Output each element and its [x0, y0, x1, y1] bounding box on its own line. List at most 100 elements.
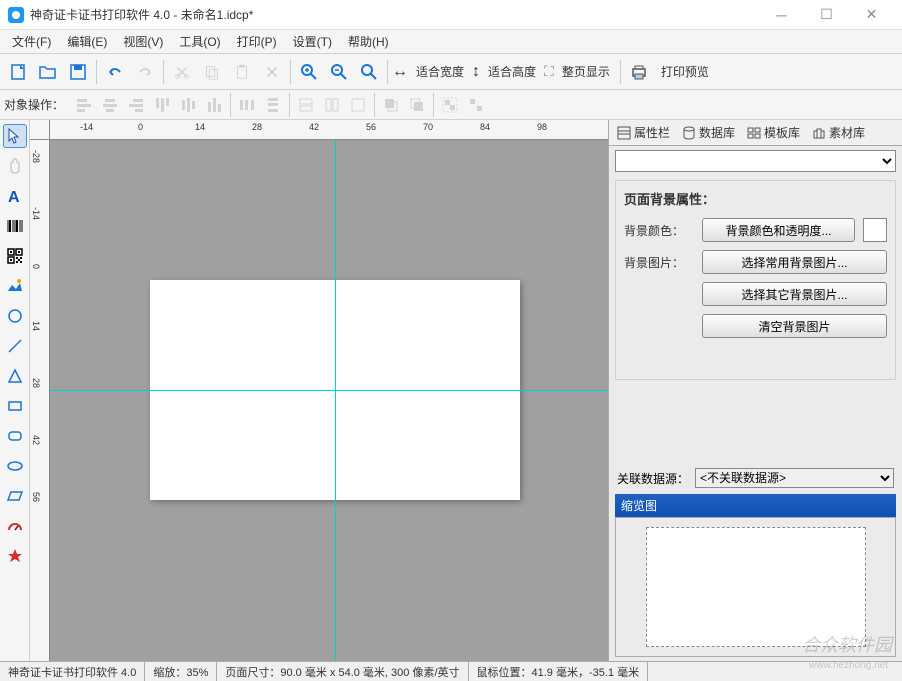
vertical-ruler[interactable]: -28 -14 0 14 28 42 56 [30, 140, 50, 661]
bg-image-common-button[interactable]: 选择常用背景图片... [702, 250, 887, 274]
delete-button[interactable] [258, 58, 286, 86]
send-back-button [405, 93, 429, 117]
qrcode-tool[interactable] [3, 244, 27, 268]
fit-width-icon: ↔ [392, 63, 408, 81]
thumbnail-header: 缩览图 [615, 494, 896, 517]
toolbar-separator [374, 93, 375, 117]
toolbar-separator [289, 93, 290, 117]
fit-height-icon: ↕ [472, 63, 480, 81]
circle-outline-tool[interactable] [3, 304, 27, 328]
print-preview-icon [625, 58, 653, 86]
full-page-button[interactable]: 整页显示 [562, 63, 610, 80]
same-width-button [294, 93, 318, 117]
object-toolbar-label: 对象操作： [4, 96, 64, 113]
main-toolbar: ↔ 适合宽度 ↕ 适合高度 ⛶ 整页显示 打印预览 [0, 54, 902, 90]
minimize-button[interactable]: ─ [759, 0, 804, 30]
paste-button[interactable] [228, 58, 256, 86]
horizontal-ruler[interactable]: -14 0 14 28 42 56 70 84 98 [50, 120, 608, 140]
canvas-viewport[interactable] [50, 140, 608, 661]
group-button [438, 93, 462, 117]
menu-help[interactable]: 帮助(H) [340, 31, 397, 52]
rectangle-tool[interactable] [3, 394, 27, 418]
fit-height-button[interactable]: 适合高度 [488, 63, 536, 80]
status-app: 神奇证卡证书打印软件 4.0 [0, 662, 145, 681]
thumbnail-panel [615, 517, 896, 657]
redo-button[interactable] [131, 58, 159, 86]
window-title: 神奇证卡证书打印软件 4.0 - 未命名1.idcp* [30, 6, 759, 23]
panel-tabs: 属性栏 数据库 模板库 素材库 [609, 120, 902, 146]
star-tool[interactable] [3, 544, 27, 568]
save-button[interactable] [64, 58, 92, 86]
datasource-label: 关联数据源： [617, 470, 689, 487]
parallelogram-tool[interactable] [3, 484, 27, 508]
menu-view[interactable]: 视图(V) [115, 31, 171, 52]
bg-image-clear-button[interactable]: 清空背景图片 [702, 314, 887, 338]
toolbar-separator [290, 60, 291, 84]
zoom-in-button[interactable] [295, 58, 323, 86]
menu-file[interactable]: 文件(F) [4, 31, 59, 52]
status-mouse-pos: 鼠标位置：41.9 毫米，-35.1 毫米 [469, 662, 649, 681]
background-section: 页面背景属性： 背景颜色： 背景颜色和透明度... 背景图片： 选择常用背景图片… [615, 180, 896, 380]
rounded-rect-tool[interactable] [3, 424, 27, 448]
select-tool[interactable] [3, 124, 27, 148]
toolbar-separator [96, 60, 97, 84]
tab-properties[interactable]: 属性栏 [611, 121, 676, 144]
gauge-tool[interactable] [3, 514, 27, 538]
right-panel: 属性栏 数据库 模板库 素材库 页面背景属性： 背景颜色： 背景颜色和透明度. [608, 120, 902, 661]
datasource-select[interactable]: <不关联数据源> [695, 468, 894, 488]
window-controls: ─ ☐ ✕ [759, 0, 894, 30]
object-selector[interactable] [615, 150, 896, 172]
status-page-size: 页面尺寸：90.0 毫米 x 54.0 毫米, 300 像素/英寸 [217, 662, 468, 681]
tab-database[interactable]: 数据库 [676, 121, 741, 144]
bg-color-button[interactable]: 背景颜色和透明度... [702, 218, 855, 242]
maximize-button[interactable]: ☐ [804, 0, 849, 30]
properties-icon [617, 126, 631, 140]
text-tool[interactable]: A [3, 184, 27, 208]
tab-materials[interactable]: 素材库 [806, 121, 871, 144]
pan-tool[interactable] [3, 154, 27, 178]
print-preview-button[interactable]: 打印预览 [661, 63, 709, 80]
bg-color-label: 背景颜色： [624, 222, 694, 239]
align-top-button [150, 93, 174, 117]
menu-print[interactable]: 打印(P) [229, 31, 285, 52]
horizontal-guide[interactable] [50, 390, 608, 391]
open-button[interactable] [34, 58, 62, 86]
menu-tools[interactable]: 工具(O) [171, 31, 228, 52]
zoom-out-button[interactable] [325, 58, 353, 86]
database-icon [682, 126, 696, 140]
same-size-button [346, 93, 370, 117]
copy-button[interactable] [198, 58, 226, 86]
left-toolbox: A [0, 120, 30, 661]
panel-body: 页面背景属性： 背景颜色： 背景颜色和透明度... 背景图片： 选择常用背景图片… [609, 146, 902, 661]
menu-settings[interactable]: 设置(T) [285, 31, 340, 52]
vertical-guide[interactable] [335, 140, 336, 661]
align-left-button [72, 93, 96, 117]
canvas-area: -14 0 14 28 42 56 70 84 98 -28 -14 0 14 … [30, 120, 608, 661]
toolbar-separator [387, 60, 388, 84]
barcode-tool[interactable] [3, 214, 27, 238]
same-height-button [320, 93, 344, 117]
bg-color-swatch[interactable] [863, 218, 887, 242]
new-button[interactable] [4, 58, 32, 86]
zoom-reset-button[interactable] [355, 58, 383, 86]
app-icon [8, 7, 24, 23]
toolbar-separator [163, 60, 164, 84]
triangle-tool[interactable] [3, 364, 27, 388]
line-tool[interactable] [3, 334, 27, 358]
status-zoom: 缩放：35% [145, 662, 217, 681]
undo-button[interactable] [101, 58, 129, 86]
ellipse-tool[interactable] [3, 454, 27, 478]
bg-image-other-button[interactable]: 选择其它背景图片... [702, 282, 887, 306]
cut-button[interactable] [168, 58, 196, 86]
image-tool[interactable] [3, 274, 27, 298]
object-toolbar: 对象操作： [0, 90, 902, 120]
templates-icon [747, 126, 761, 140]
tab-templates[interactable]: 模板库 [741, 121, 806, 144]
bg-image-label: 背景图片： [624, 254, 694, 271]
align-right-button [124, 93, 148, 117]
thumbnail-preview[interactable] [646, 527, 866, 647]
align-center-button [98, 93, 122, 117]
fit-width-button[interactable]: 适合宽度 [416, 63, 464, 80]
close-button[interactable]: ✕ [849, 0, 894, 30]
menu-edit[interactable]: 编辑(E) [59, 31, 115, 52]
